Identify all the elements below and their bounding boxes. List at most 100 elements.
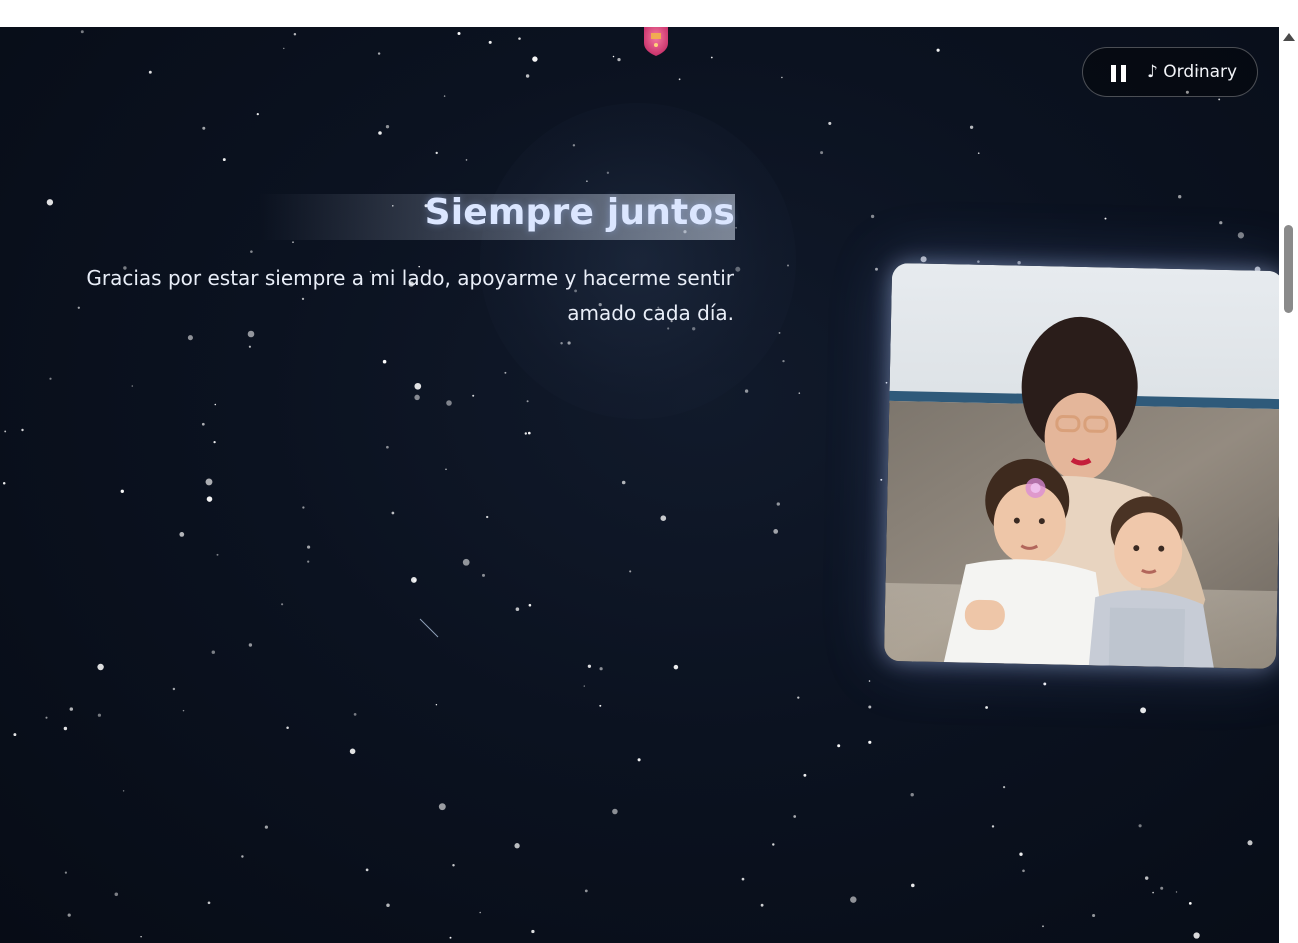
star bbox=[868, 705, 872, 709]
star bbox=[67, 913, 71, 917]
star bbox=[264, 825, 268, 829]
star bbox=[599, 667, 603, 671]
scroll-thumb[interactable] bbox=[1284, 225, 1293, 313]
star bbox=[1175, 891, 1178, 893]
star bbox=[97, 663, 104, 671]
star bbox=[4, 430, 7, 433]
star bbox=[216, 553, 219, 556]
star bbox=[599, 704, 602, 707]
star bbox=[1092, 913, 1096, 918]
star bbox=[414, 382, 422, 390]
star bbox=[182, 709, 185, 712]
shooting-star bbox=[419, 618, 439, 638]
star bbox=[482, 573, 485, 577]
star bbox=[248, 345, 251, 348]
star bbox=[382, 359, 387, 364]
message-line-1: Gracias por estar siempre a mi lado, apo… bbox=[86, 266, 734, 290]
star bbox=[885, 381, 888, 384]
star bbox=[1247, 840, 1253, 846]
section-message: Gracias por estar siempre a mi lado, apo… bbox=[0, 261, 734, 331]
star bbox=[449, 936, 452, 939]
star bbox=[583, 685, 585, 687]
star bbox=[977, 260, 980, 263]
star bbox=[486, 515, 489, 519]
star bbox=[880, 478, 883, 481]
star bbox=[377, 52, 381, 55]
scroll-up-arrow-icon[interactable] bbox=[1283, 33, 1295, 41]
star bbox=[445, 468, 447, 471]
star bbox=[148, 70, 152, 74]
star bbox=[868, 740, 872, 744]
star bbox=[46, 199, 54, 206]
star bbox=[773, 529, 779, 534]
star bbox=[525, 74, 530, 78]
star bbox=[206, 496, 213, 502]
star bbox=[1003, 786, 1006, 789]
star bbox=[870, 214, 875, 219]
star bbox=[782, 359, 785, 363]
star bbox=[69, 707, 74, 711]
star bbox=[678, 78, 681, 81]
star bbox=[293, 32, 297, 36]
star bbox=[1193, 932, 1200, 939]
star bbox=[222, 158, 226, 162]
star bbox=[205, 478, 213, 486]
star bbox=[241, 855, 244, 858]
star bbox=[479, 911, 482, 914]
star bbox=[910, 793, 914, 797]
star bbox=[435, 703, 438, 706]
star bbox=[911, 883, 915, 888]
star bbox=[518, 37, 521, 40]
star bbox=[710, 56, 713, 59]
star bbox=[283, 47, 285, 50]
star bbox=[49, 377, 52, 380]
star bbox=[920, 256, 927, 263]
star bbox=[207, 901, 211, 905]
starry-background: Siempre juntos Gracias por estar siempre… bbox=[0, 27, 1279, 943]
star bbox=[114, 892, 119, 897]
star bbox=[1104, 217, 1107, 220]
star bbox=[875, 267, 878, 271]
star bbox=[936, 48, 940, 52]
star bbox=[991, 825, 995, 828]
star bbox=[1160, 886, 1164, 890]
star bbox=[385, 125, 390, 129]
star bbox=[1043, 682, 1047, 686]
star bbox=[868, 680, 871, 682]
star bbox=[776, 502, 780, 506]
star bbox=[248, 643, 253, 647]
star bbox=[292, 241, 294, 243]
star bbox=[213, 440, 216, 444]
star bbox=[256, 112, 259, 116]
star bbox=[793, 815, 797, 818]
star bbox=[211, 650, 216, 654]
star bbox=[969, 125, 974, 129]
star bbox=[302, 506, 305, 509]
star bbox=[587, 664, 592, 668]
star bbox=[1178, 195, 1182, 199]
star bbox=[637, 758, 641, 762]
star bbox=[1140, 707, 1147, 714]
star bbox=[617, 57, 621, 62]
star bbox=[524, 432, 527, 435]
star bbox=[621, 480, 626, 485]
star bbox=[201, 422, 205, 426]
star bbox=[349, 748, 356, 755]
star bbox=[673, 664, 679, 670]
star bbox=[584, 889, 588, 893]
star bbox=[1042, 925, 1044, 928]
star bbox=[131, 385, 134, 387]
section-title: Siempre juntos bbox=[424, 192, 735, 233]
star bbox=[386, 445, 389, 449]
star bbox=[179, 532, 185, 537]
page-scrollbar[interactable] bbox=[1279, 27, 1298, 943]
music-toggle-button[interactable]: ♪ Ordinary bbox=[1082, 47, 1258, 97]
star bbox=[172, 687, 176, 691]
star bbox=[977, 152, 980, 155]
star bbox=[1144, 876, 1149, 880]
star bbox=[435, 151, 438, 155]
star bbox=[1219, 221, 1223, 225]
star bbox=[64, 871, 67, 874]
star bbox=[122, 790, 125, 792]
star bbox=[120, 489, 124, 493]
